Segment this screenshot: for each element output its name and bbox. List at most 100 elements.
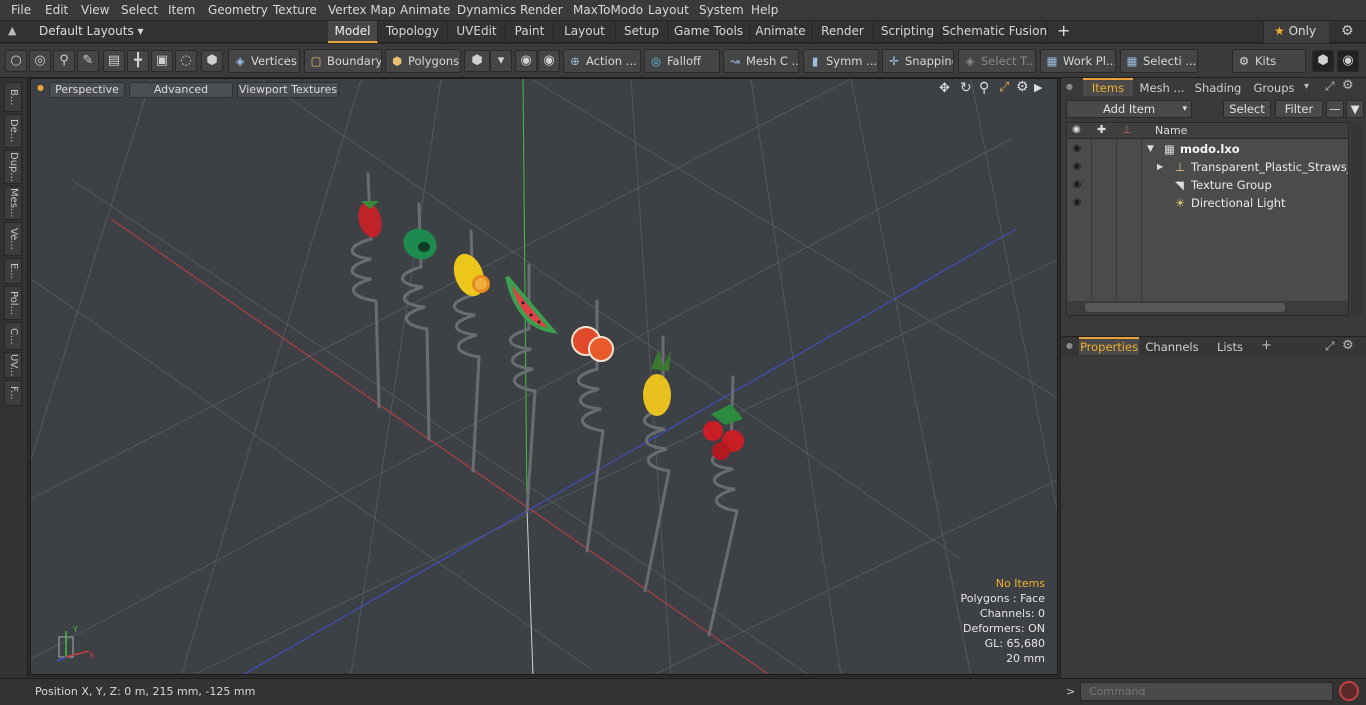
menu-maxtomodo[interactable]: MaxToModo	[573, 3, 643, 17]
menu-view[interactable]: View	[81, 3, 109, 17]
material-mode-icon[interactable]: ⬢	[464, 50, 490, 72]
left-tab-basic[interactable]: B...	[4, 82, 22, 112]
tab-schematic-fusion[interactable]: Schematic Fusion	[942, 21, 1048, 43]
pan-icon[interactable]: ✥	[939, 81, 950, 96]
menu-layout[interactable]: Layout	[648, 3, 689, 17]
name-column-header[interactable]: Name	[1155, 124, 1187, 137]
list-item-straws-mesh[interactable]: ◉ ▶ ⊥ Transparent_Plastic_Straws_...	[1067, 158, 1348, 176]
work-plane-button[interactable]: ▦ Work Pl...	[1040, 49, 1116, 73]
left-tab-uv[interactable]: UV...	[4, 352, 22, 378]
tab-mesh[interactable]: Mesh ...	[1135, 80, 1189, 98]
maximize-icon[interactable]: ⤢	[999, 80, 1009, 95]
tab-uvedit[interactable]: UVEdit	[448, 21, 506, 43]
3d-viewport[interactable]: Y X ● Perspective Advanced Viewport Text…	[30, 78, 1058, 675]
funnel-icon[interactable]: ▼	[1346, 100, 1364, 118]
select-through-button[interactable]: ◈ Select T...	[958, 49, 1036, 73]
visibility-eye-icon[interactable]: ◉	[1070, 143, 1084, 155]
symmetry-button[interactable]: ▮ Symm ...	[803, 49, 879, 73]
left-tab-polygon[interactable]: Pol...	[4, 286, 22, 320]
list-item-texture-group[interactable]: ◉ ◥ Texture Group	[1067, 176, 1348, 194]
snapping-button[interactable]: ✛ Snapping	[882, 49, 954, 73]
tab-items[interactable]: Items	[1083, 78, 1133, 96]
tab-shading[interactable]: Shading	[1191, 80, 1245, 98]
viewport-menu-dot-icon[interactable]: ●	[37, 83, 44, 92]
tab-lists[interactable]: Lists	[1203, 339, 1257, 357]
tab-scripting[interactable]: Scripting	[874, 21, 942, 43]
brush-icon[interactable]: ✎	[77, 50, 99, 72]
menu-dynamics[interactable]: Dynamics	[457, 3, 516, 17]
panel-menu-dot-icon[interactable]: ●	[1066, 341, 1073, 350]
panel-gear-icon[interactable]: ⚙	[1342, 338, 1354, 353]
menu-help[interactable]: Help	[751, 3, 778, 17]
panel-expand-icon[interactable]: ⤢	[1325, 339, 1335, 354]
tab-channels[interactable]: Channels	[1143, 339, 1201, 357]
kits-button[interactable]: ⚙ Kits	[1232, 49, 1306, 73]
center-icon[interactable]: ▣	[151, 50, 173, 72]
viewport-expand-icon[interactable]: ▶	[1034, 81, 1042, 94]
unreal-icon[interactable]: ◉	[1337, 50, 1359, 72]
menu-texture[interactable]: Texture	[273, 3, 317, 17]
left-tab-deform[interactable]: De...	[4, 114, 22, 148]
polygons-button[interactable]: ⬢ Polygons	[385, 49, 461, 73]
menu-system[interactable]: System	[699, 3, 744, 17]
viewport-textures-button[interactable]: Viewport Textures	[237, 82, 339, 98]
pen-tool-icon[interactable]: ⚲	[53, 50, 75, 72]
collapse-icon[interactable]: —	[1326, 100, 1344, 118]
select-button[interactable]: Select	[1223, 100, 1271, 118]
tabs-overflow-chevron-icon[interactable]: ▾	[1304, 81, 1309, 92]
left-tab-fusion[interactable]: F...	[4, 380, 22, 406]
list-item-modo-lxo[interactable]: ◉ ▼ ▦ modo.lxo	[1067, 140, 1348, 158]
record-macro-icon[interactable]	[1339, 681, 1359, 701]
tab-render[interactable]: Render	[812, 21, 874, 43]
selection-sets-button[interactable]: ▦ Selecti ...	[1120, 49, 1198, 73]
menu-edit[interactable]: Edit	[45, 3, 68, 17]
tab-properties[interactable]: Properties	[1079, 337, 1139, 355]
mesh-constraint-button[interactable]: ↝ Mesh C ...	[723, 49, 799, 73]
tab-setup[interactable]: Setup	[616, 21, 668, 43]
boundary-button[interactable]: ▢ Boundary	[304, 49, 382, 73]
vertices-button[interactable]: ◈ Vertices	[228, 49, 300, 73]
command-input[interactable]	[1080, 682, 1333, 701]
item-mode-icon[interactable]: ⬢	[201, 50, 223, 72]
chevron-down-icon[interactable]: ▾	[490, 50, 512, 72]
advanced-shading-button[interactable]: Advanced	[129, 82, 233, 98]
tab-groups[interactable]: Groups	[1247, 80, 1301, 98]
left-tab-mesh-edit[interactable]: Mes...	[4, 186, 22, 220]
visibility-eye-icon[interactable]: ◉	[1070, 161, 1084, 173]
left-tab-vertex[interactable]: Ve...	[4, 222, 22, 256]
menu-file[interactable]: File	[11, 3, 31, 17]
only-toggle[interactable]: ★ Only	[1263, 21, 1329, 43]
viewport-settings-icon[interactable]: ⚙	[1016, 79, 1029, 95]
falloff-button[interactable]: ◎ Falloff	[644, 49, 720, 73]
panel-expand-icon[interactable]: ⤢	[1325, 79, 1335, 94]
list-item-directional-light[interactable]: ◉ ☀ Directional Light	[1067, 194, 1348, 212]
layout-collapse-icon[interactable]: ▲	[8, 24, 16, 37]
scrollbar-thumb[interactable]	[1085, 303, 1285, 312]
filter-button[interactable]: Filter	[1275, 100, 1323, 118]
unity-icon[interactable]: ⬢	[1312, 50, 1334, 72]
menu-render[interactable]: Render	[520, 3, 563, 17]
tab-animate[interactable]: Animate	[750, 21, 812, 43]
add-tab-button[interactable]: +	[1261, 338, 1272, 353]
tab-paint[interactable]: Paint	[506, 21, 554, 43]
vertical-scrollbar[interactable]	[1351, 122, 1363, 316]
horizontal-scrollbar[interactable]	[1067, 301, 1348, 315]
visibility-eye-icon[interactable]: ◉	[1070, 197, 1084, 209]
panel-gear-icon[interactable]: ⚙	[1342, 78, 1354, 93]
menu-select[interactable]: Select	[121, 3, 158, 17]
left-tab-curve[interactable]: C...	[4, 322, 22, 350]
align-icon[interactable]: ▤	[103, 50, 125, 72]
symmetry-right-icon[interactable]: ◉	[538, 50, 560, 72]
globe-icon[interactable]: ◎	[29, 50, 51, 72]
add-item-button[interactable]: Add Item ▾	[1066, 100, 1192, 118]
tab-layout[interactable]: Layout	[554, 21, 616, 43]
menu-geometry[interactable]: Geometry	[208, 3, 268, 17]
tab-topology[interactable]: Topology	[378, 21, 448, 43]
tab-model[interactable]: Model	[328, 21, 378, 43]
left-tab-edge[interactable]: E...	[4, 258, 22, 284]
perspective-button[interactable]: Perspective	[49, 82, 125, 98]
rotate-icon[interactable]: ◌	[175, 50, 197, 72]
zoom-icon[interactable]: ⚲	[979, 80, 989, 96]
menu-item[interactable]: Item	[168, 3, 195, 17]
symmetry-left-icon[interactable]: ◉	[515, 50, 537, 72]
